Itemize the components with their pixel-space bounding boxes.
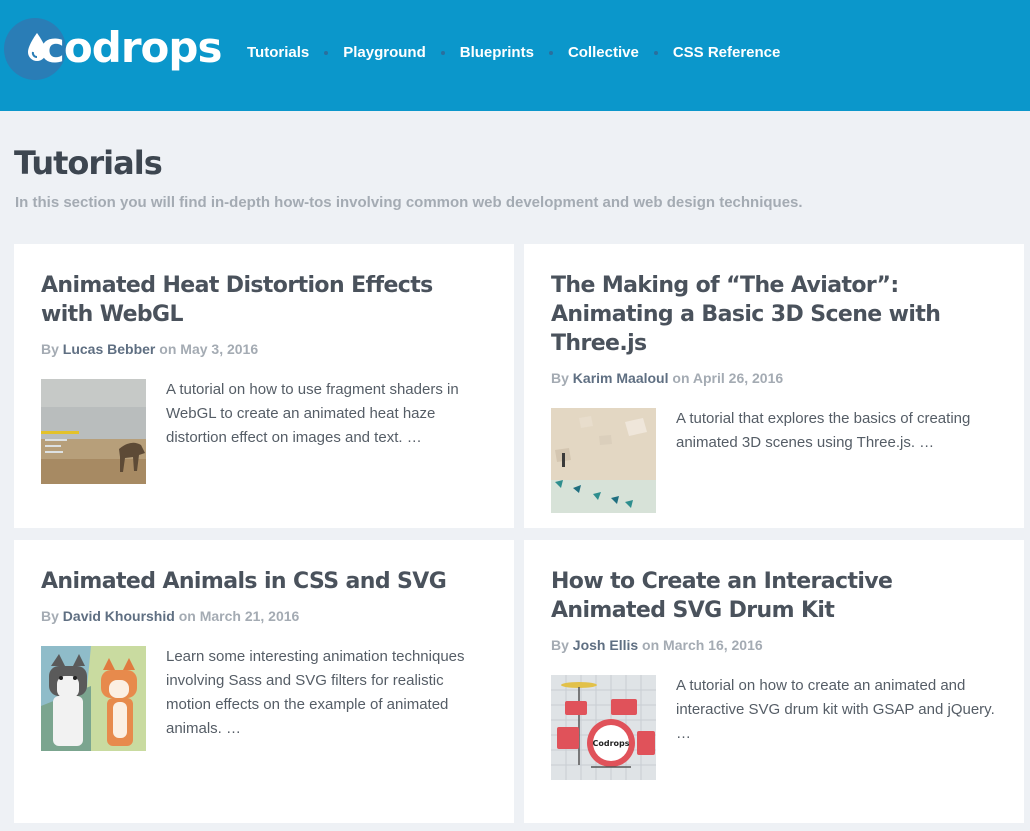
- article-date: April 26, 2016: [692, 370, 784, 386]
- by-label: By: [41, 608, 59, 624]
- drum-kit-thumbnail-image: Codrops: [551, 675, 656, 780]
- svg-text:Codrops: Codrops: [592, 739, 629, 748]
- article-meta: By Josh Ellis on March 16, 2016: [551, 637, 997, 653]
- article-meta: By David Khourshid on March 21, 2016: [41, 608, 487, 624]
- by-label: By: [551, 370, 569, 386]
- article-author[interactable]: Lucas Bebber: [63, 341, 156, 357]
- article-meta: By Karim Maaloul on April 26, 2016: [551, 370, 997, 386]
- article-title[interactable]: How to Create an Interactive Animated SV…: [551, 567, 997, 625]
- animals-thumbnail-image: [41, 646, 146, 751]
- article-body: A tutorial that explores the basics of c…: [551, 408, 997, 513]
- article-title[interactable]: Animated Animals in CSS and SVG: [41, 567, 487, 596]
- article-meta: By Lucas Bebber on May 3, 2016: [41, 341, 487, 357]
- on-label: on: [642, 637, 660, 653]
- article-thumbnail[interactable]: [41, 379, 146, 484]
- aviator-thumbnail-image: [551, 408, 656, 513]
- heat-distortion-thumbnail-image: [41, 379, 146, 484]
- logo-wordmark: codrops: [40, 22, 222, 72]
- article-card: Animated Animals in CSS and SVG By David…: [14, 540, 514, 823]
- main-nav: Tutorials Playground Blueprints Collecti…: [247, 44, 780, 61]
- nav-blueprints[interactable]: Blueprints: [460, 44, 534, 61]
- nav-separator: [440, 50, 445, 55]
- article-author[interactable]: Josh Ellis: [573, 637, 638, 653]
- article-date: March 21, 2016: [199, 608, 300, 624]
- article-title[interactable]: Animated Heat Distortion Effects with We…: [41, 271, 487, 329]
- article-thumbnail[interactable]: [551, 408, 656, 513]
- page-intro: In this section you will find in-depth h…: [15, 194, 803, 211]
- article-thumbnail[interactable]: [41, 646, 146, 751]
- article-body: Learn some interesting animation techniq…: [41, 646, 487, 751]
- article-body: Codrops A tutorial on how to create an a…: [551, 675, 997, 780]
- article-excerpt: Learn some interesting animation techniq…: [166, 648, 465, 737]
- article-date: May 3, 2016: [180, 341, 259, 357]
- article-card: Animated Heat Distortion Effects with We…: [14, 244, 514, 528]
- on-label: on: [159, 341, 177, 357]
- nav-separator: [324, 50, 329, 55]
- article-title[interactable]: The Making of “The Aviator”: Animating a…: [551, 271, 997, 358]
- site-header: codrops Tutorials Playground Blueprints …: [0, 0, 1030, 111]
- on-label: on: [178, 608, 196, 624]
- nav-tutorials[interactable]: Tutorials: [247, 44, 309, 61]
- article-thumbnail[interactable]: Codrops: [551, 675, 656, 780]
- nav-collective[interactable]: Collective: [568, 44, 639, 61]
- article-excerpt: A tutorial on how to use fragment shader…: [166, 381, 459, 446]
- article-date: March 16, 2016: [663, 637, 763, 653]
- article-card: The Making of “The Aviator”: Animating a…: [524, 244, 1024, 528]
- on-label: on: [672, 370, 690, 386]
- page-title: Tutorials: [14, 144, 163, 182]
- article-body: A tutorial on how to use fragment shader…: [41, 379, 487, 484]
- nav-separator: [653, 50, 658, 55]
- article-author[interactable]: Karim Maaloul: [573, 370, 669, 386]
- site-logo[interactable]: codrops: [4, 18, 222, 80]
- article-excerpt: A tutorial that explores the basics of c…: [676, 410, 971, 451]
- article-card: How to Create an Interactive Animated SV…: [524, 540, 1024, 823]
- by-label: By: [41, 341, 59, 357]
- nav-css-reference[interactable]: CSS Reference: [673, 44, 781, 61]
- nav-playground[interactable]: Playground: [343, 44, 426, 61]
- article-author[interactable]: David Khourshid: [63, 608, 175, 624]
- article-excerpt: A tutorial on how to create an animated …: [676, 677, 995, 742]
- nav-separator: [548, 50, 553, 55]
- by-label: By: [551, 637, 569, 653]
